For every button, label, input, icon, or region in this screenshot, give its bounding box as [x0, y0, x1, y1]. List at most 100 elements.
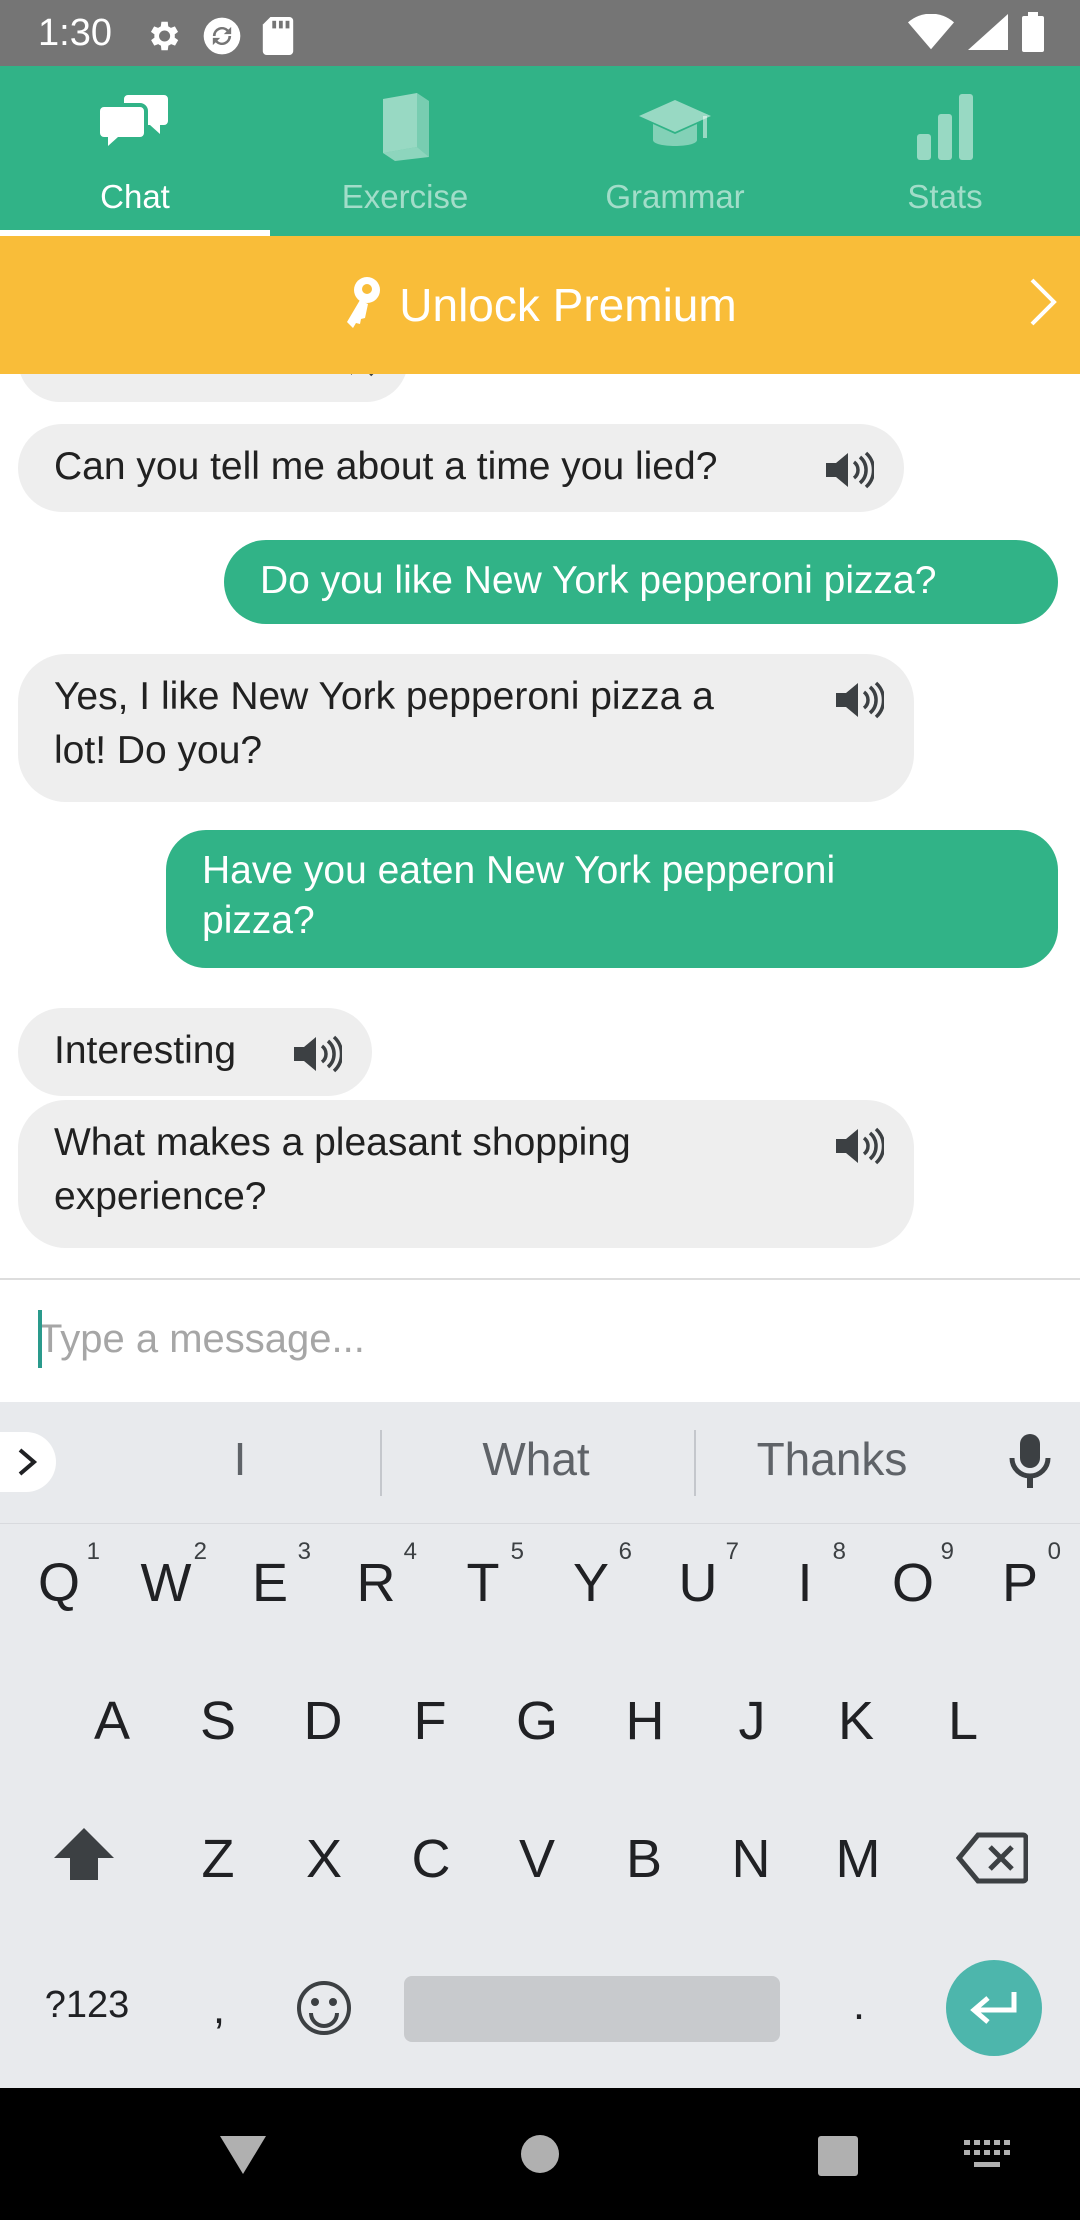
key-letter: E	[251, 1553, 289, 1613]
symbols-key[interactable]: ?123	[22, 1984, 152, 2027]
suggestion-1[interactable]: I	[90, 1432, 390, 1486]
home-icon[interactable]	[520, 2134, 560, 2179]
speaker-icon[interactable]	[292, 1034, 344, 1089]
message-text: What makes a pleasant shopping	[54, 1121, 631, 1164]
emoji-icon	[297, 1981, 351, 2035]
key-e[interactable]: E3	[225, 1538, 315, 1614]
key-letter: I	[797, 1553, 813, 1613]
key-m[interactable]: M	[813, 1828, 903, 1890]
shift-icon	[54, 1828, 114, 1880]
key-b[interactable]: B	[599, 1828, 689, 1890]
key-letter: Q	[37, 1553, 80, 1613]
keyboard-switch-icon[interactable]	[964, 2140, 1010, 2175]
key-y[interactable]: Y6	[546, 1538, 636, 1614]
key-hint: 8	[832, 1538, 846, 1565]
key-o[interactable]: O9	[868, 1538, 958, 1614]
wifi-icon	[908, 13, 954, 55]
microphone-icon[interactable]	[1008, 1432, 1052, 1495]
premium-label: Unlock Premium	[399, 279, 737, 331]
enter-icon	[970, 1992, 1017, 2024]
message-text: Yes, I like New York pepperoni pizza a	[54, 675, 714, 718]
signal-icon	[968, 14, 1008, 55]
key-i[interactable]: I8	[760, 1538, 850, 1614]
key-c[interactable]: C	[386, 1828, 476, 1890]
key-hint: 7	[725, 1538, 739, 1565]
book-icon	[365, 86, 445, 166]
speaker-icon[interactable]	[834, 1126, 886, 1181]
chat-icon	[95, 86, 175, 166]
key-j[interactable]: J	[707, 1690, 797, 1752]
tab-exercise[interactable]: Exercise	[270, 66, 540, 236]
key-hint: 0	[1047, 1538, 1061, 1565]
tab-grammar[interactable]: Grammar	[540, 66, 810, 236]
sync-icon	[200, 14, 244, 63]
tab-label: Chat	[100, 178, 170, 215]
key-v[interactable]: V	[492, 1828, 582, 1890]
speaker-icon[interactable]	[328, 374, 378, 393]
key-g[interactable]: G	[492, 1690, 582, 1752]
message-text: Have you eaten New York pepperoni	[202, 849, 836, 892]
emoji-key[interactable]	[296, 1980, 352, 2041]
message-bot: Can you tell me about a time you lied?	[18, 424, 904, 512]
message-user: Have you eaten New York pepperoni pizza?	[166, 830, 1058, 968]
key-letter: P	[1001, 1553, 1039, 1613]
status-time: 1:30	[38, 12, 112, 54]
key-h[interactable]: H	[600, 1690, 690, 1752]
key-letter: W	[140, 1553, 192, 1613]
battery-icon	[1022, 12, 1044, 57]
graduation-cap-icon	[635, 86, 715, 166]
key-k[interactable]: K	[811, 1690, 901, 1752]
key-l[interactable]: L	[918, 1690, 1008, 1752]
space-key[interactable]	[404, 1976, 780, 2042]
tab-stats[interactable]: Stats	[810, 66, 1080, 236]
comma-key[interactable]: ,	[174, 1984, 264, 2034]
speaker-icon[interactable]	[824, 450, 876, 505]
key-letter: Y	[572, 1553, 610, 1613]
key-x[interactable]: X	[279, 1828, 369, 1890]
speaker-icon[interactable]	[834, 680, 886, 735]
key-t[interactable]: T5	[438, 1538, 528, 1614]
tab-label: Exercise	[341, 178, 469, 215]
back-icon[interactable]	[218, 2134, 268, 2181]
message-text: experience?	[54, 1175, 267, 1218]
expand-toolbar-button[interactable]	[0, 1432, 56, 1492]
enter-key[interactable]	[946, 1960, 1042, 2056]
key-p[interactable]: P0	[975, 1538, 1065, 1614]
message-input[interactable]	[38, 1304, 1038, 1374]
tab-label: Grammar	[605, 178, 745, 215]
key-letter: R	[356, 1553, 396, 1613]
key-f[interactable]: F	[385, 1690, 475, 1752]
key-z[interactable]: Z	[173, 1828, 263, 1890]
unlock-premium-banner[interactable]: Unlock Premium	[0, 236, 1080, 374]
key-s[interactable]: S	[173, 1690, 263, 1752]
period-key[interactable]: .	[814, 1980, 904, 2030]
shift-key[interactable]	[52, 1826, 116, 1887]
key-icon	[343, 276, 383, 335]
key-a[interactable]: A	[67, 1690, 157, 1752]
message-text: I understand	[54, 374, 271, 382]
key-hint: 2	[193, 1538, 207, 1565]
suggestion-3[interactable]: Thanks	[682, 1432, 982, 1486]
key-q[interactable]: Q1	[14, 1538, 104, 1614]
key-d[interactable]: D	[278, 1690, 368, 1752]
key-r[interactable]: R4	[331, 1538, 421, 1614]
suggestion-2[interactable]: What	[386, 1432, 686, 1486]
key-u[interactable]: U7	[653, 1538, 743, 1614]
overview-icon[interactable]	[818, 2136, 858, 2181]
key-hint: 6	[618, 1538, 632, 1565]
tab-chat[interactable]: Chat	[0, 66, 270, 236]
status-bar: 1:30	[0, 0, 1080, 66]
tab-label: Stats	[907, 178, 983, 215]
backspace-key[interactable]	[955, 1832, 1029, 1889]
key-n[interactable]: N	[706, 1828, 796, 1890]
message-bot: Interesting	[18, 1008, 372, 1096]
message-text: lot! Do you?	[54, 729, 263, 772]
keyboard: I What Thanks Q1 W2 E3 R4 T5 Y6 U7 I8 O9…	[0, 1402, 1080, 2088]
text-cursor	[38, 1310, 42, 1368]
sd-card-icon	[262, 17, 294, 60]
key-w[interactable]: W2	[121, 1538, 211, 1614]
key-letter: T	[466, 1553, 500, 1613]
backspace-icon	[955, 1832, 1029, 1884]
message-input-row	[0, 1278, 1080, 1402]
suggestion-strip: I What Thanks	[0, 1402, 1080, 1524]
